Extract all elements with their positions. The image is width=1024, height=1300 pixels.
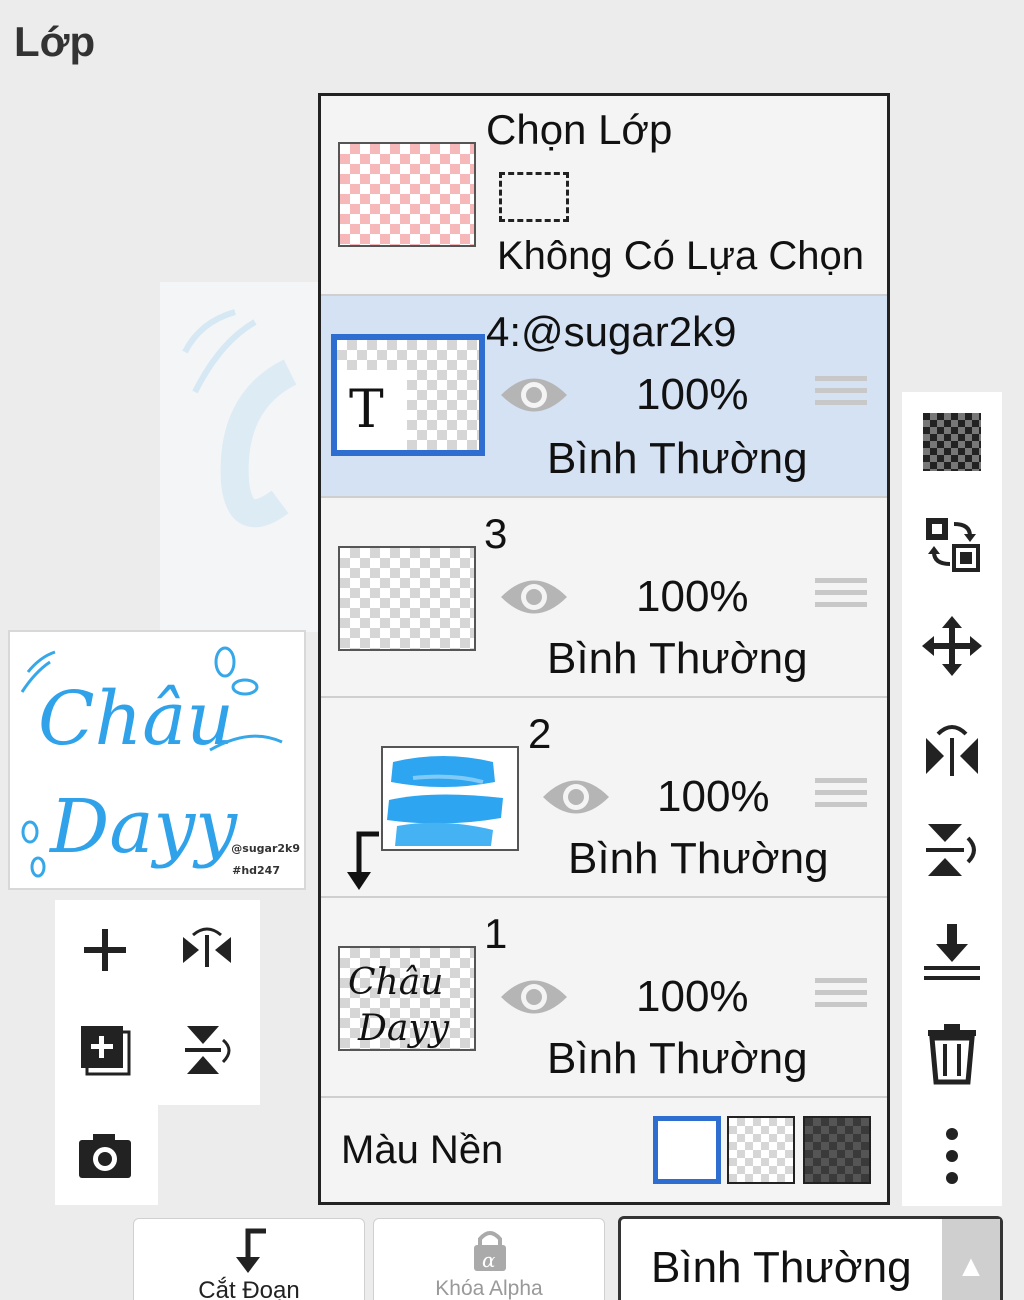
visibility-eye-icon[interactable] [541, 774, 611, 820]
background-color-label: Màu Nền [341, 1128, 504, 1172]
layer-row-3[interactable]: 3 100% Bình Thường [321, 498, 887, 698]
flip-horizontal-icon[interactable] [177, 920, 237, 980]
selection-title: Chọn Lớp [486, 106, 673, 153]
layer-blend-2: Bình Thường [568, 834, 829, 883]
clip-arrow-icon [236, 1228, 266, 1273]
add-layer-copy-icon[interactable] [75, 1020, 135, 1080]
background-dark-swatch[interactable] [803, 1116, 871, 1184]
visibility-eye-icon[interactable] [499, 372, 569, 418]
svg-text:α: α [482, 1248, 496, 1272]
svg-text:Châu: Châu [348, 962, 443, 1003]
layer-row-1[interactable]: Châu Dayy 1 100% Bình Thường [321, 898, 887, 1098]
checker-icon[interactable] [920, 410, 984, 474]
layer-opacity-4[interactable]: 100% [636, 370, 749, 420]
svg-text:Dayy: Dayy [357, 1008, 450, 1049]
drag-handle-icon[interactable] [815, 778, 867, 818]
text-layer-icon: T [349, 380, 384, 440]
layers-panel: Chọn Lớp Không Có Lựa Chọn T 4:@sugar2k9… [318, 93, 890, 1205]
selection-marquee-icon [499, 172, 569, 222]
layer-blend-3: Bình Thường [547, 634, 808, 683]
blend-mode-select[interactable]: Bình Thường ▲ [618, 1216, 1003, 1300]
selection-status: Không Có Lựa Chọn [497, 234, 865, 278]
canvas-preview[interactable]: Châu Dayy @sugar2k9 #hd247 [8, 630, 306, 890]
visibility-eye-icon[interactable] [499, 974, 569, 1020]
trash-icon[interactable] [920, 1022, 984, 1086]
watermark-user: @sugar2k9 [231, 842, 300, 855]
camera-icon[interactable] [75, 1125, 135, 1185]
left-toolbar-extra [55, 1105, 158, 1205]
layer-thumbnail-1: Châu Dayy [338, 946, 476, 1051]
blend-mode-value: Bình Thường [651, 1243, 912, 1292]
layer-opacity-1[interactable]: 100% [636, 972, 749, 1022]
background-transparent-swatch[interactable] [727, 1116, 795, 1184]
more-icon[interactable] [920, 1124, 984, 1188]
layer-thumbnail-4: T [331, 334, 485, 456]
panel-title: Lớp [14, 18, 96, 65]
layer-blend-4: Bình Thường [547, 434, 808, 483]
clipping-arrow-icon [347, 831, 379, 890]
background-color-row: Màu Nền [321, 1098, 887, 1202]
alpha-lock-label: Khóa Alpha [435, 1277, 543, 1300]
add-layer-icon[interactable] [75, 920, 135, 980]
layer-blend-1: Bình Thường [547, 1034, 808, 1083]
selection-thumbnail [338, 142, 476, 247]
selection-layer-row[interactable]: Chọn Lớp Không Có Lựa Chọn [321, 96, 887, 296]
merge-down-icon[interactable] [920, 920, 984, 984]
clip-button[interactable]: Cắt Đoạn [133, 1218, 365, 1300]
layer-name-3: 3 [484, 510, 508, 557]
layer-name-2: 2 [528, 710, 552, 757]
chevron-up-icon[interactable]: ▲ [942, 1219, 1000, 1300]
flip-vertical-icon[interactable] [177, 1020, 237, 1080]
layer-row-4[interactable]: T 4:@sugar2k9 100% Bình Thường [321, 296, 887, 498]
right-toolbar [902, 392, 1002, 1206]
layer-thumbnail-3 [338, 546, 476, 651]
drag-handle-icon[interactable] [815, 578, 867, 618]
drag-handle-icon[interactable] [815, 978, 867, 1018]
svg-text:Châu: Châu [38, 676, 234, 762]
layer-opacity-3[interactable]: 100% [636, 572, 749, 622]
clip-label: Cắt Đoạn [198, 1277, 300, 1300]
svg-text:Dayy: Dayy [48, 784, 238, 870]
background-white-swatch[interactable] [653, 1116, 721, 1184]
flip-vertical-icon[interactable] [920, 818, 984, 882]
drag-handle-icon[interactable] [815, 376, 867, 416]
left-toolbar [55, 900, 260, 1105]
move-icon[interactable] [920, 614, 984, 678]
layer-thumbnail-2 [381, 746, 519, 851]
layer-row-2[interactable]: 2 100% Bình Thường [321, 698, 887, 898]
swap-icon[interactable] [920, 512, 984, 576]
flip-horizontal-icon[interactable] [920, 716, 984, 780]
layer-name-1: 1 [484, 910, 508, 957]
lock-icon: α [474, 1231, 506, 1272]
canvas-background [160, 282, 330, 632]
layer-opacity-2[interactable]: 100% [657, 772, 770, 822]
watermark-tag: #hd247 [232, 864, 280, 877]
visibility-eye-icon[interactable] [499, 574, 569, 620]
layer-name-4: 4:@sugar2k9 [486, 308, 737, 355]
alpha-lock-button[interactable]: α Khóa Alpha [373, 1218, 605, 1300]
